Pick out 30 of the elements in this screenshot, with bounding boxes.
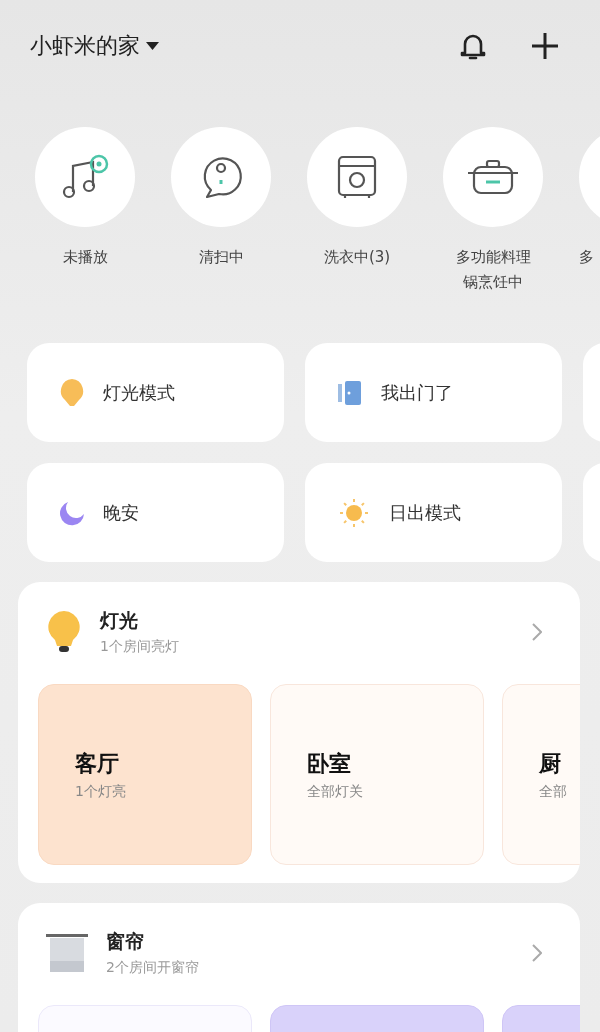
scene-label: 灯光模式 — [103, 380, 175, 405]
device-status: 未播放 — [62, 247, 108, 268]
scene-label: 我出门了 — [381, 380, 453, 405]
room-status: 全部 — [539, 782, 568, 801]
room-tile[interactable]: 厨 全部 — [502, 684, 580, 865]
scene-card[interactable]: 灯光模式 — [27, 343, 284, 442]
room-status: 全部灯关 — [307, 782, 364, 801]
room-tile[interactable]: 卧室 全部灯关 — [270, 684, 484, 865]
device-status: 多 — [579, 247, 594, 268]
category-title: 灯光 — [100, 608, 139, 633]
home-title[interactable]: 小虾米的家 — [30, 31, 140, 61]
scene-label: 日出模式 — [389, 500, 461, 525]
category-subtitle: 2个房间开窗帘 — [106, 959, 200, 977]
room-status: 1个灯亮 — [75, 782, 127, 801]
device-status: 清扫中 — [198, 247, 244, 268]
category-card[interactable]: 窗帘 2个房间开窗帘 — [18, 903, 580, 1032]
scene-label: 晚安 — [103, 500, 139, 525]
room-name: 厨 — [539, 749, 562, 778]
category-card[interactable]: 灯光 1个房间亮灯 客厅 1个灯亮 卧室 全部灯关 厨 全部 — [18, 582, 580, 883]
category-title: 窗帘 — [106, 929, 145, 954]
device-status: 锅烹饪中 — [463, 272, 523, 293]
scene-card[interactable]: 我出门了 — [305, 343, 562, 442]
scene-card[interactable]: 晚安 — [27, 463, 284, 562]
device-status: 洗衣中(3) — [323, 247, 391, 268]
scene-card[interactable]: 日出模式 — [305, 463, 562, 562]
room-tile[interactable]: 客厅 1个灯亮 — [38, 684, 252, 865]
room-name: 客厅 — [75, 749, 120, 778]
category-subtitle: 1个房间亮灯 — [100, 638, 180, 656]
room-name: 卧室 — [307, 749, 352, 778]
device-status: 多功能料理 — [455, 247, 531, 268]
